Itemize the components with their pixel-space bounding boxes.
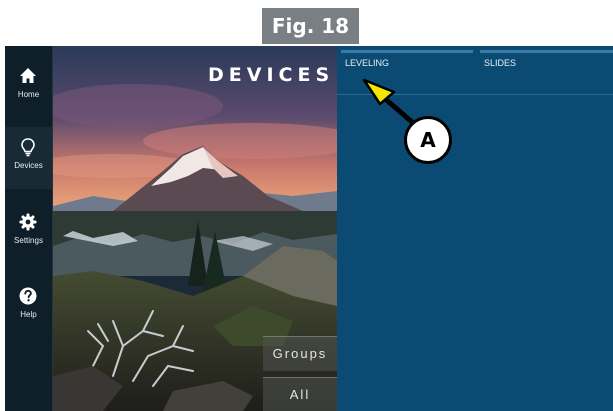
- tab-indicator: [341, 50, 473, 53]
- gear-icon: [19, 213, 37, 231]
- groups-button[interactable]: Groups: [263, 336, 337, 371]
- tab-leveling[interactable]: LEVELING: [341, 46, 477, 94]
- callout-marker: A: [404, 116, 452, 164]
- all-button[interactable]: All: [263, 377, 337, 411]
- sidebar-item-home[interactable]: Home: [5, 56, 52, 118]
- help-icon: [19, 287, 37, 305]
- sidebar-item-label: Settings: [14, 236, 43, 245]
- sidebar-item-label: Help: [20, 310, 37, 319]
- content-panel: LEVELING SLIDES: [337, 46, 613, 411]
- figure-label: Fig. 18: [262, 8, 359, 44]
- hero-panel: DEVICES Groups All: [53, 46, 337, 411]
- sidebar-item-label: Devices: [14, 161, 43, 170]
- tab-slides[interactable]: SLIDES: [480, 46, 613, 94]
- tab-label: LEVELING: [345, 58, 390, 68]
- tab-bar: LEVELING SLIDES: [337, 46, 613, 95]
- app-window: Home Devices Settings Help DEVICES Group…: [5, 46, 613, 411]
- tab-indicator: [480, 50, 613, 53]
- sidebar-item-help[interactable]: Help: [5, 276, 52, 338]
- tab-label: SLIDES: [484, 58, 517, 68]
- sidebar: Home Devices Settings Help: [5, 46, 53, 411]
- sidebar-item-devices[interactable]: Devices: [5, 127, 52, 189]
- page-title: DEVICES: [208, 64, 335, 86]
- home-icon: [20, 68, 36, 83]
- lightbulb-icon: [21, 138, 35, 157]
- sidebar-item-label: Home: [17, 90, 40, 99]
- sidebar-item-settings[interactable]: Settings: [5, 202, 52, 264]
